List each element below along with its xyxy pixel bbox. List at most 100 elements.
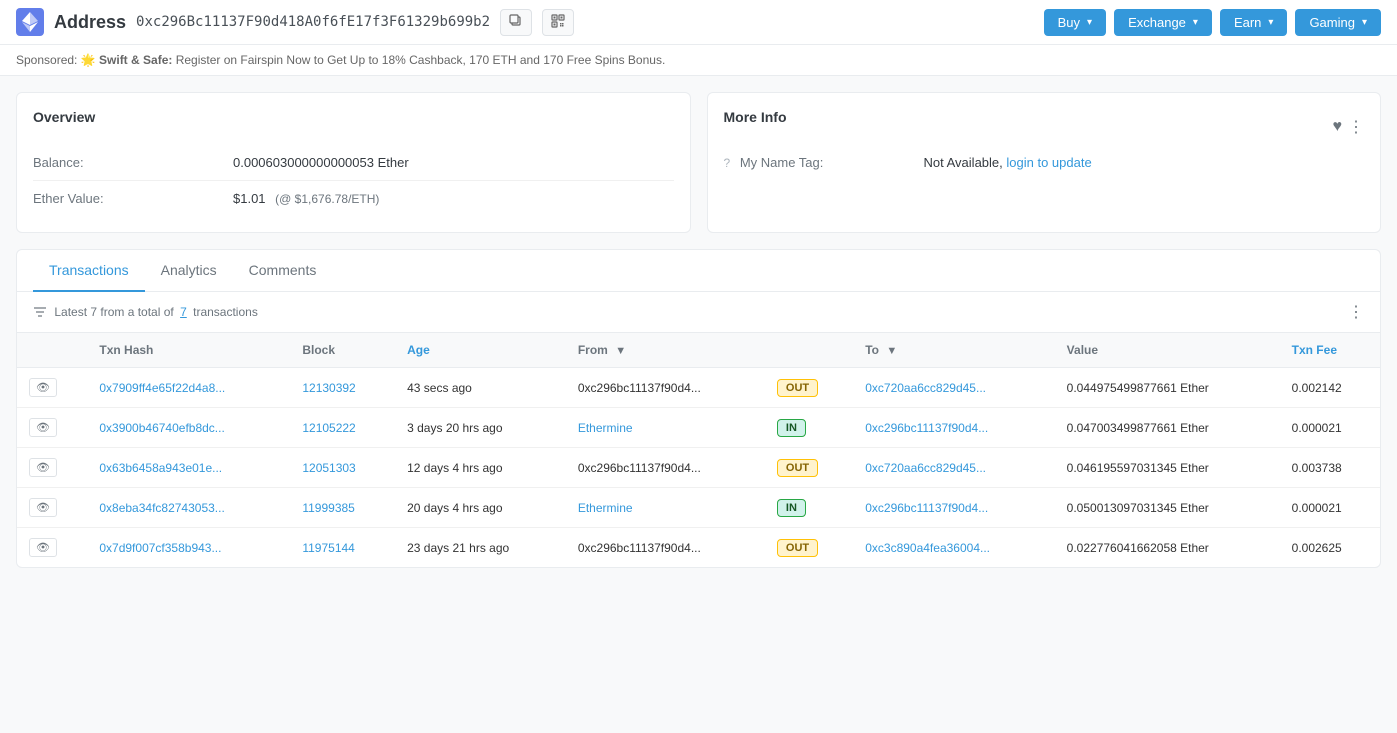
ether-value-label: Ether Value:	[33, 191, 233, 206]
table-row: 👁 0x63b6458a943e01e... 12051303 12 days …	[17, 448, 1380, 488]
block-link[interactable]: 12130392	[302, 381, 355, 395]
transactions-count-text: Latest 7 from a total of 7 transactions	[33, 305, 258, 320]
to-cell: 0xc720aa6cc829d45...	[853, 368, 1054, 408]
to-link[interactable]: 0xc720aa6cc829d45...	[865, 381, 986, 395]
eye-button[interactable]: 👁	[29, 498, 57, 517]
tab-comments[interactable]: Comments	[233, 250, 333, 292]
eye-button[interactable]: 👁	[29, 378, 57, 397]
col-block: Block	[290, 333, 395, 368]
qr-code-button[interactable]	[542, 9, 574, 36]
transactions-info-bar: Latest 7 from a total of 7 transactions …	[17, 292, 1380, 333]
header-left: Address 0xc296Bc11137F90d418A0f6fE17f3F6…	[16, 8, 574, 36]
balance-label: Balance:	[33, 155, 233, 170]
col-from: From ▼	[566, 333, 765, 368]
from-filter-icon[interactable]: ▼	[615, 345, 626, 357]
age-cell: 12 days 4 hrs ago	[395, 448, 566, 488]
buy-chevron-icon: ▾	[1087, 17, 1092, 28]
block-cell: 11999385	[290, 488, 395, 528]
txn-fee-cell: 0.003738	[1280, 448, 1380, 488]
tab-transactions[interactable]: Transactions	[33, 250, 145, 292]
txn-hash-cell: 0x7d9f007cf358b943...	[87, 528, 290, 568]
favorite-button[interactable]: ♥	[1333, 117, 1343, 137]
more-info-header: More Info ♥ ⋮	[724, 109, 1365, 145]
table-row: 👁 0x7d9f007cf358b943... 11975144 23 days…	[17, 528, 1380, 568]
name-tag-label: ? My Name Tag:	[724, 155, 924, 170]
transaction-count-link[interactable]: 7	[180, 305, 187, 319]
sponsored-label: Sponsored:	[16, 53, 77, 67]
card-actions: ♥ ⋮	[1333, 117, 1365, 137]
login-to-update-link[interactable]: login to update	[1006, 155, 1091, 170]
block-link[interactable]: 11999385	[302, 501, 355, 515]
exchange-button[interactable]: Exchange ▾	[1114, 9, 1212, 36]
direction-cell: OUT	[765, 528, 853, 568]
to-link[interactable]: 0xc296bc11137f90d4...	[865, 501, 988, 515]
to-filter-icon[interactable]: ▼	[886, 345, 897, 357]
txn-fee-cell: 0.002142	[1280, 368, 1380, 408]
to-link[interactable]: 0xc720aa6cc829d45...	[865, 461, 986, 475]
to-cell: 0xc296bc11137f90d4...	[853, 408, 1054, 448]
value-cell: 0.047003499877661 Ether	[1055, 408, 1280, 448]
more-info-title: More Info	[724, 109, 787, 133]
buy-button[interactable]: Buy ▾	[1044, 9, 1106, 36]
from-link[interactable]: Ethermine	[578, 501, 633, 515]
col-age[interactable]: Age	[395, 333, 566, 368]
txn-hash-link[interactable]: 0x7909ff4e65f22d4a8...	[99, 381, 225, 395]
overview-title: Overview	[33, 109, 674, 133]
col-direction	[765, 333, 853, 368]
from-cell: 0xc296bc11137f90d4...	[566, 448, 765, 488]
txn-hash-link[interactable]: 0x63b6458a943e01e...	[99, 461, 222, 475]
from-address: 0xc296bc11137f90d4...	[578, 461, 701, 475]
from-link[interactable]: Ethermine	[578, 421, 633, 435]
txn-hash-cell: 0x3900b46740efb8dc...	[87, 408, 290, 448]
eye-button[interactable]: 👁	[29, 458, 57, 477]
earn-chevron-icon: ▾	[1268, 17, 1273, 28]
txn-fee-cell: 0.000021	[1280, 488, 1380, 528]
direction-badge: IN	[777, 419, 806, 437]
from-cell: Ethermine	[566, 488, 765, 528]
tab-analytics[interactable]: Analytics	[145, 250, 233, 292]
transactions-more-button[interactable]: ⋮	[1348, 302, 1364, 322]
gaming-chevron-icon: ▾	[1362, 17, 1367, 28]
value-cell: 0.022776041662058 Ether	[1055, 528, 1280, 568]
txn-hash-cell: 0x63b6458a943e01e...	[87, 448, 290, 488]
copy-address-button[interactable]	[500, 9, 532, 36]
col-txn-fee[interactable]: Txn Fee	[1280, 333, 1380, 368]
eye-button[interactable]: 👁	[29, 538, 57, 557]
tabs-section: Transactions Analytics Comments Latest 7…	[16, 249, 1381, 568]
from-address: 0xc296bc11137f90d4...	[578, 381, 701, 395]
earn-button[interactable]: Earn ▾	[1220, 9, 1288, 36]
txn-hash-cell: 0x7909ff4e65f22d4a8...	[87, 368, 290, 408]
eye-cell: 👁	[17, 368, 87, 408]
direction-badge: OUT	[777, 379, 818, 397]
eye-button[interactable]: 👁	[29, 418, 57, 437]
help-icon: ?	[724, 156, 731, 170]
eye-cell: 👁	[17, 448, 87, 488]
gaming-button[interactable]: Gaming ▾	[1295, 9, 1381, 36]
to-link[interactable]: 0xc3c890a4fea36004...	[865, 541, 990, 555]
table-row: 👁 0x3900b46740efb8dc... 12105222 3 days …	[17, 408, 1380, 448]
direction-cell: OUT	[765, 368, 853, 408]
block-link[interactable]: 11975144	[302, 541, 355, 555]
header-nav: Buy ▾ Exchange ▾ Earn ▾ Gaming ▾	[1044, 9, 1381, 36]
eye-cell: 👁	[17, 408, 87, 448]
from-cell: 0xc296bc11137f90d4...	[566, 528, 765, 568]
transactions-table-body: 👁 0x7909ff4e65f22d4a8... 12130392 43 sec…	[17, 368, 1380, 568]
to-link[interactable]: 0xc296bc11137f90d4...	[865, 421, 988, 435]
block-cell: 12051303	[290, 448, 395, 488]
age-cell: 3 days 20 hrs ago	[395, 408, 566, 448]
name-tag-value: Not Available, login to update	[924, 155, 1092, 170]
txn-hash-link[interactable]: 0x7d9f007cf358b943...	[99, 541, 221, 555]
age-cell: 43 secs ago	[395, 368, 566, 408]
sponsored-emoji: 🌟	[81, 53, 99, 67]
txn-hash-link[interactable]: 0x8eba34fc82743053...	[99, 501, 224, 515]
more-options-button[interactable]: ⋮	[1348, 117, 1364, 137]
direction-cell: OUT	[765, 448, 853, 488]
ethereum-icon	[16, 8, 44, 36]
txn-hash-link[interactable]: 0x3900b46740efb8dc...	[99, 421, 224, 435]
overview-card: Overview Balance: 0.000603000000000053 E…	[16, 92, 691, 233]
block-link[interactable]: 12051303	[302, 461, 355, 475]
sponsored-bar: Sponsored: 🌟 Swift & Safe: Register on F…	[0, 45, 1397, 76]
more-info-card: More Info ♥ ⋮ ? My Name Tag: Not Availab…	[707, 92, 1382, 233]
to-cell: 0xc720aa6cc829d45...	[853, 448, 1054, 488]
block-link[interactable]: 12105222	[302, 421, 355, 435]
